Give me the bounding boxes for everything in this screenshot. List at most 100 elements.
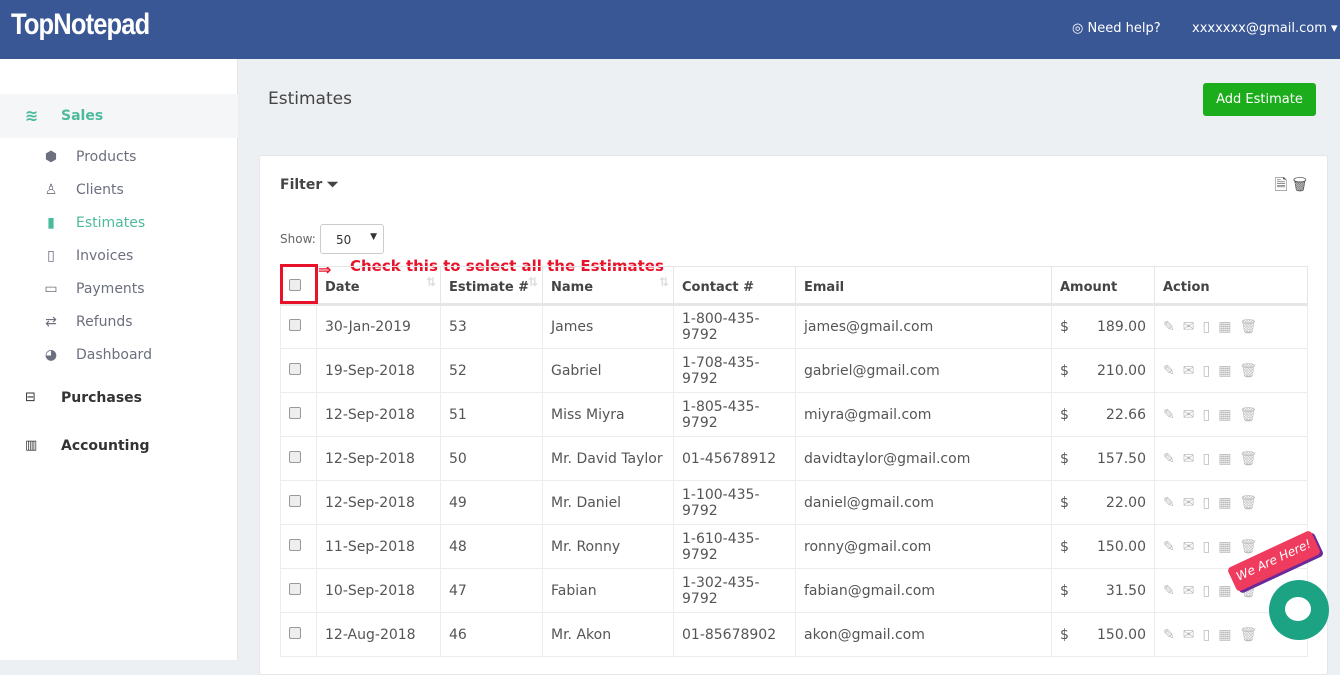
bar-chart-icon: ▥ (25, 438, 38, 453)
sidebar-item-estimates[interactable]: Estimates (76, 215, 145, 231)
minus-square-icon: ⊟ (25, 390, 36, 405)
email-icon[interactable]: ✉ (1183, 319, 1195, 335)
table-icon[interactable]: ▦ (1218, 627, 1231, 643)
excel-export-icon[interactable]: 🗎 (1275, 175, 1288, 194)
cell: 46 (440, 612, 543, 657)
table-icon[interactable]: ▦ (1218, 451, 1231, 467)
add-estimate-button[interactable]: Add Estimate (1203, 83, 1316, 116)
email-icon[interactable]: ✉ (1183, 539, 1195, 555)
edit-icon[interactable]: ✎ (1163, 627, 1175, 643)
sidebar-item-purchases[interactable]: Purchases (61, 390, 142, 406)
col-estimate[interactable]: Estimate # ⇅ (440, 266, 543, 306)
user-menu[interactable]: xxxxxxx@gmail.com ▾ (1192, 21, 1338, 36)
cell: ronny@gmail.com (795, 524, 1052, 569)
need-help-link[interactable]: ◎ Need help? (1072, 21, 1161, 36)
email-icon[interactable]: ✉ (1183, 495, 1195, 511)
col-action: Action (1154, 266, 1308, 306)
row-checkbox[interactable] (289, 362, 301, 375)
email-icon[interactable]: ✉ (1183, 583, 1195, 599)
table-row: 10-Sep-2018 47 Fabian 1-302-435-9792 fabian@… (280, 568, 1308, 613)
edit-icon[interactable]: ✎ (1163, 583, 1175, 599)
cell: 01-85678902 (673, 612, 796, 657)
table-row: 12-Aug-2018 46 Mr. Akon 01-85678902 akon@gma… (280, 612, 1308, 657)
row-checkbox[interactable] (289, 538, 301, 551)
page-size-select[interactable]: 50 ▼ (320, 224, 384, 254)
trash-icon[interactable]: 🗑 (1239, 539, 1257, 555)
table-icon[interactable]: ▦ (1218, 407, 1231, 423)
sidebar-item-payments[interactable]: Payments (76, 281, 145, 297)
sidebar-item-refunds[interactable]: Refunds (76, 314, 133, 330)
cell: 1-800-435-9792 (673, 304, 796, 349)
cell: Mr. Daniel (542, 480, 674, 525)
cell: 1-610-435-9792 (673, 524, 796, 569)
row-checkbox[interactable] (289, 319, 301, 331)
file-icon[interactable]: ▯ (1202, 495, 1210, 511)
sidebar-item-dashboard[interactable]: Dashboard (76, 347, 152, 363)
row-checkbox[interactable] (289, 450, 301, 463)
edit-icon[interactable]: ✎ (1163, 539, 1175, 555)
sidebar-item-clients[interactable]: Clients (76, 182, 124, 198)
currency: $ (1060, 450, 1069, 467)
file-icon: ▮ (47, 215, 55, 231)
currency: $ (1060, 626, 1069, 643)
edit-icon[interactable]: ✎ (1163, 363, 1175, 379)
table-icon[interactable]: ▦ (1218, 583, 1231, 599)
chat-widget-button[interactable] (1269, 580, 1329, 640)
amount: 31.50 (1105, 582, 1146, 599)
filter-toggle[interactable]: Filter ⏷ (280, 177, 338, 193)
currency: $ (1060, 406, 1069, 423)
col-name[interactable]: Name ⇅ (542, 266, 674, 306)
table-icon[interactable]: ▦ (1218, 319, 1231, 335)
trash-icon[interactable]: 🗑 (1239, 627, 1257, 643)
edit-icon[interactable]: ✎ (1163, 407, 1175, 423)
trash-icon[interactable]: 🗑 (1239, 407, 1257, 423)
row-checkbox[interactable] (289, 626, 301, 639)
email-icon[interactable]: ✉ (1183, 627, 1195, 643)
sidebar: ≋ Sales ⬢ Products ♙ Clients ▮ Estimates ▯ Invoi… (0, 59, 238, 660)
row-checkbox[interactable] (289, 494, 301, 507)
file-icon[interactable]: ▯ (1202, 583, 1210, 599)
cubes-icon: ⬢ (44, 149, 58, 165)
file-icon[interactable]: ▯ (1202, 451, 1210, 467)
file-icon[interactable]: ▯ (1202, 539, 1210, 555)
show-label: Show: (280, 232, 316, 246)
cell: 51 (440, 392, 543, 437)
trash-icon[interactable]: 🗑 (1239, 363, 1257, 379)
sidebar-item-sales[interactable]: ≋ Sales (0, 94, 238, 138)
sidebar-item-accounting[interactable]: Accounting (61, 438, 149, 454)
cell: 01-45678912 (673, 436, 796, 481)
file-icon[interactable]: ▯ (1202, 407, 1210, 423)
cell: Gabriel (542, 348, 674, 393)
currency: $ (1060, 362, 1069, 379)
caret-down-icon: ▾ (1326, 21, 1338, 36)
amount: 150.00 (1097, 538, 1146, 555)
table-row: 19-Sep-2018 52 Gabriel 1-708-435-9792 gabrie… (280, 348, 1308, 393)
filter-icon: ⏷ (327, 177, 339, 193)
row-checkbox[interactable] (289, 406, 301, 419)
cell: 11-Sep-2018 (316, 524, 441, 569)
file-icon[interactable]: ▯ (1202, 627, 1210, 643)
edit-icon[interactable]: ✎ (1163, 319, 1175, 335)
logo[interactable]: TopNotepad (11, 8, 150, 42)
credit-card-icon: ▭ (44, 281, 58, 297)
table-icon[interactable]: ▦ (1218, 363, 1231, 379)
col-date[interactable]: Date ⇅ (316, 266, 441, 306)
dashboard-icon: ◕ (44, 347, 58, 363)
email-icon[interactable]: ✉ (1183, 363, 1195, 379)
sidebar-item-products[interactable]: Products (76, 149, 136, 165)
file-icon[interactable]: ▯ (1202, 319, 1210, 335)
trash-icon[interactable]: 🗑 (1239, 319, 1257, 335)
file-icon[interactable]: ▯ (1202, 363, 1210, 379)
row-checkbox[interactable] (289, 582, 301, 595)
table-icon[interactable]: ▦ (1218, 539, 1231, 555)
sidebar-item-invoices[interactable]: Invoices (76, 248, 133, 264)
trash-icon[interactable]: 🗑 (1293, 175, 1307, 194)
table-icon[interactable]: ▦ (1218, 495, 1231, 511)
table-row: 12-Sep-2018 50 Mr. David Taylor 01-45678912… (280, 436, 1308, 481)
email-icon[interactable]: ✉ (1183, 451, 1195, 467)
trash-icon[interactable]: 🗑 (1239, 495, 1257, 511)
edit-icon[interactable]: ✎ (1163, 451, 1175, 467)
trash-icon[interactable]: 🗑 (1239, 451, 1257, 467)
email-icon[interactable]: ✉ (1183, 407, 1195, 423)
edit-icon[interactable]: ✎ (1163, 495, 1175, 511)
